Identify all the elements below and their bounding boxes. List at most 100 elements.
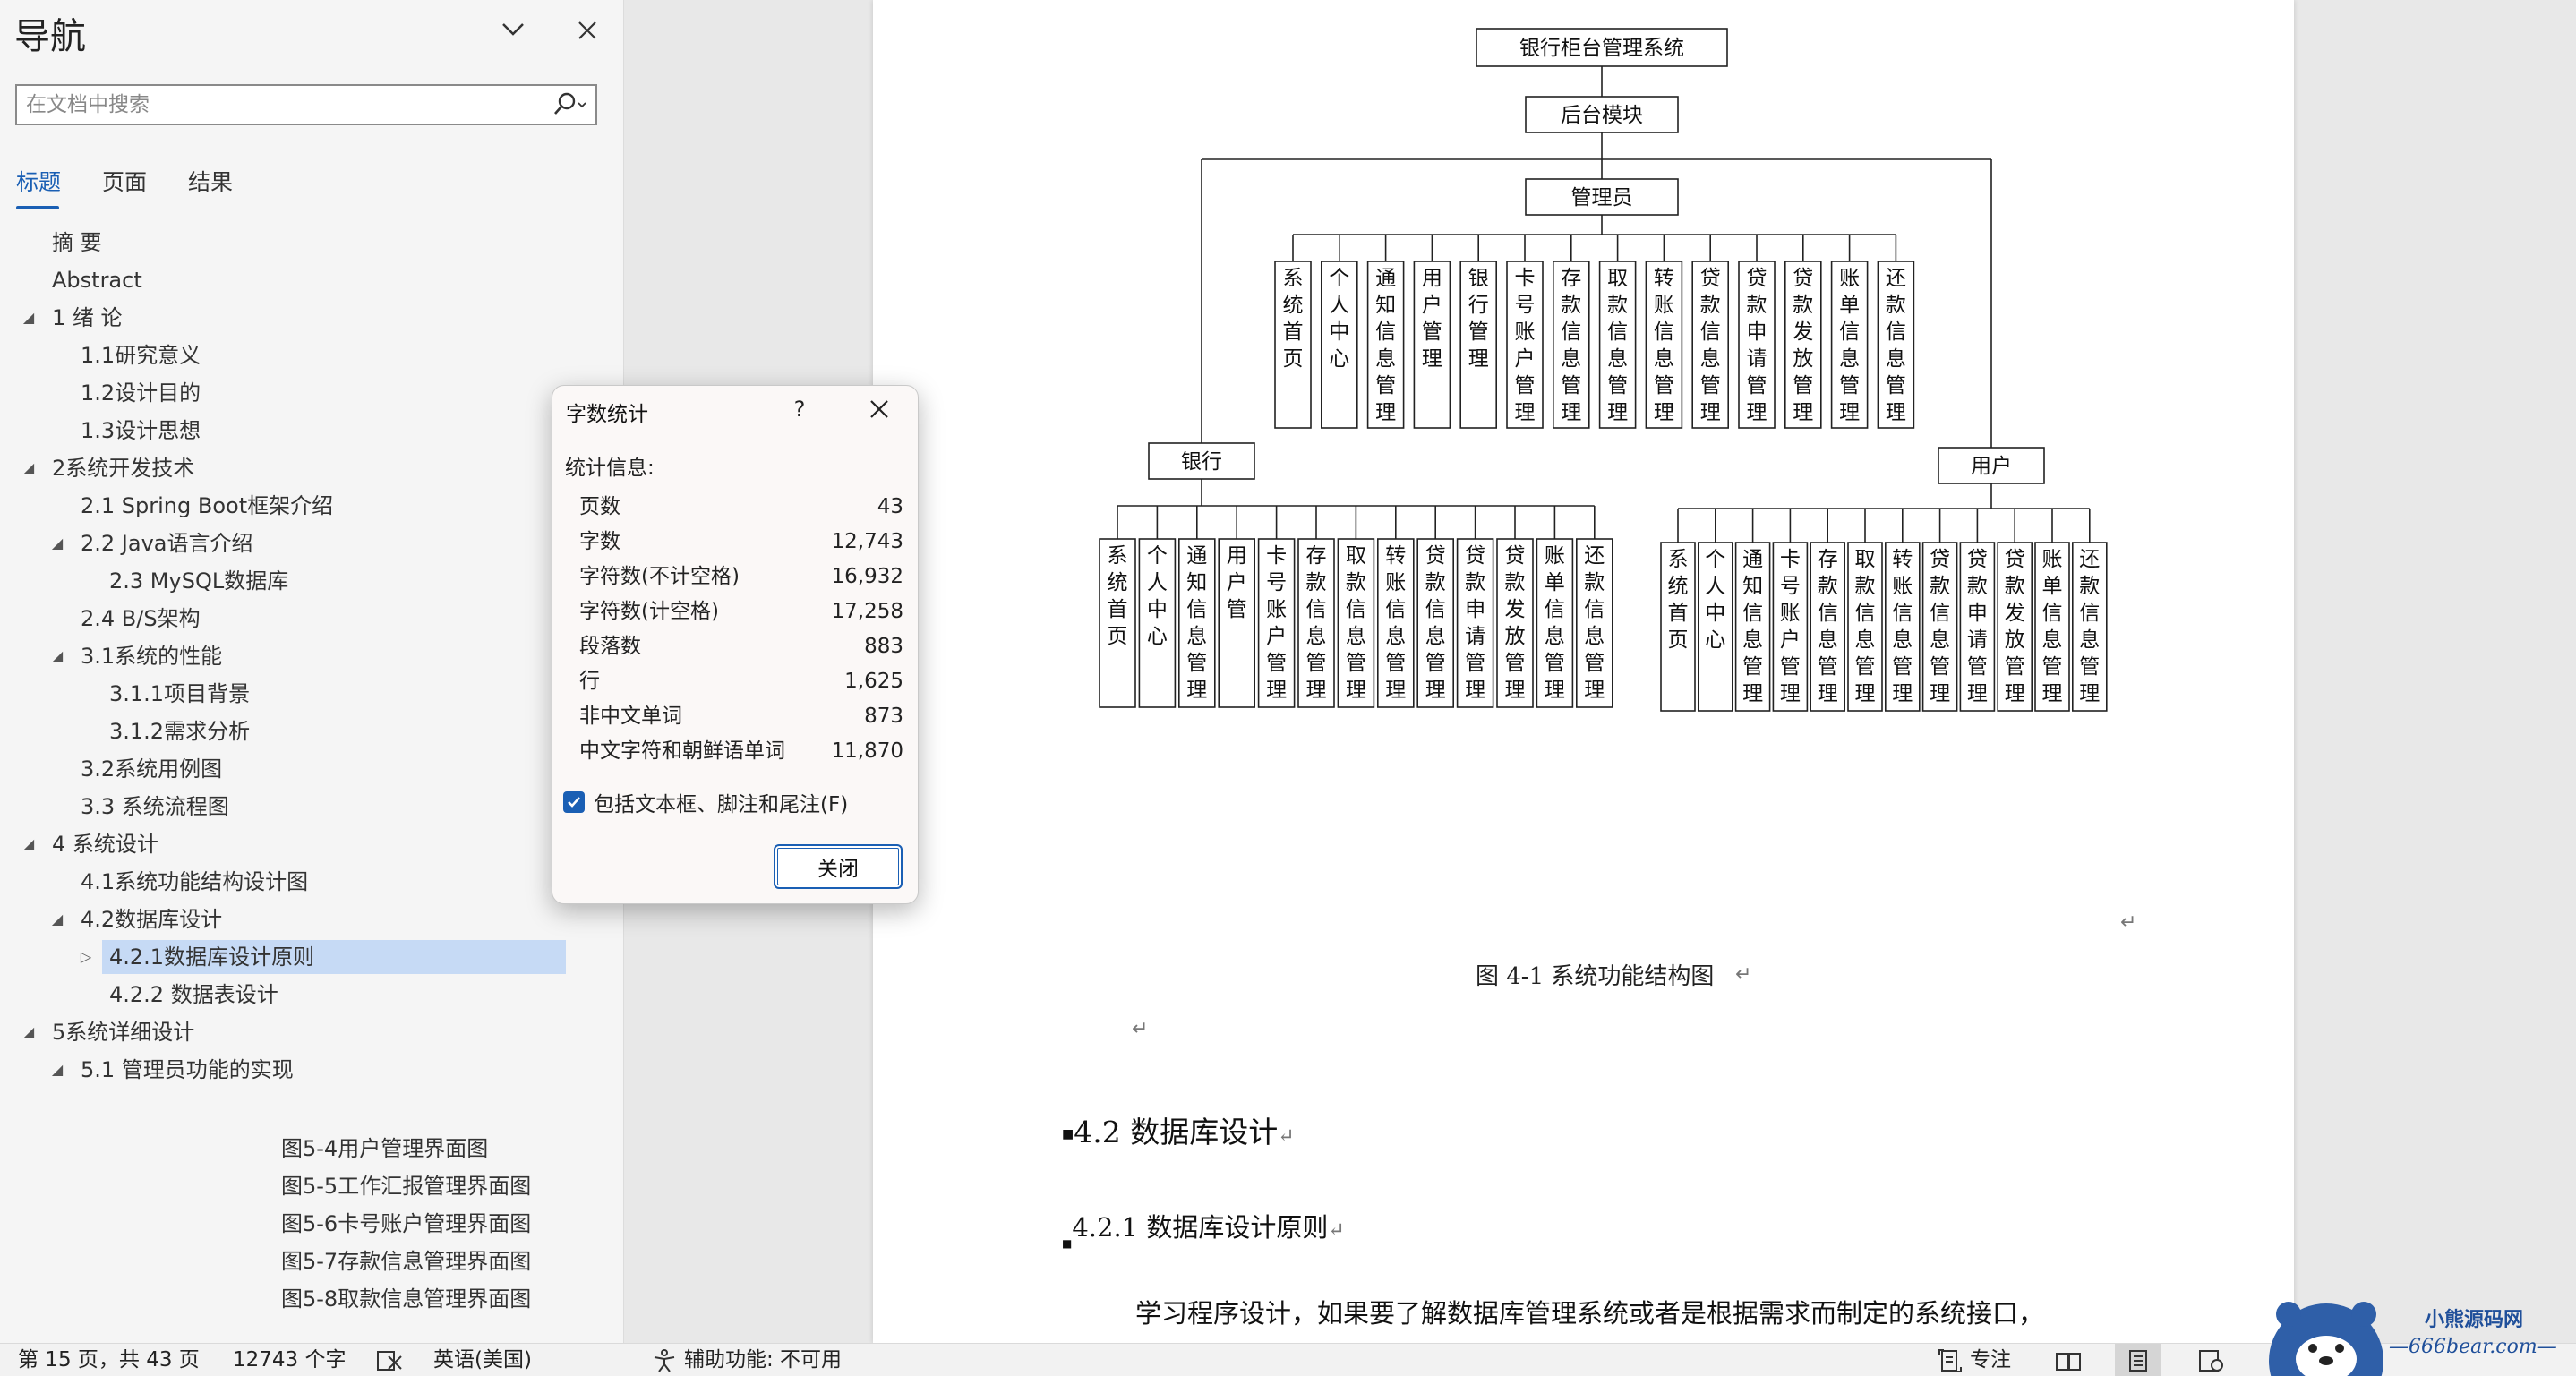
nav-heading-item[interactable]: 2.1 Spring Boot框架介绍 (0, 489, 624, 523)
collapse-arrow-icon[interactable]: ◢ (20, 451, 38, 485)
nav-heading-item[interactable]: ◢ 5系统详细设计 (0, 1015, 624, 1049)
svg-text:理: 理 (2079, 682, 2100, 705)
collapse-arrow-icon[interactable]: ◢ (48, 902, 66, 936)
collapse-arrow-icon[interactable]: ◢ (48, 526, 66, 560)
nav-heading-item[interactable]: ◢ 3.1系统的性能 (0, 639, 624, 673)
nav-tabs: 标题 页面 结果 (16, 161, 274, 209)
nav-heading-item[interactable]: ◢ 1 绪 论 (0, 301, 624, 335)
nav-figure-item[interactable]: 图5-8取款信息管理界面图 (281, 1280, 531, 1318)
svg-text:信: 信 (1607, 320, 1628, 344)
nav-heading-item[interactable]: 2.3 MySQL数据库 (0, 564, 624, 598)
collapse-arrow-icon[interactable]: ◢ (48, 1053, 66, 1087)
svg-text:转: 转 (1654, 267, 1674, 290)
read-mode-icon[interactable] (2045, 1344, 2092, 1376)
diagram-function-box: 个人中心 (1697, 542, 1733, 712)
collapse-arrow-icon[interactable]: ◢ (20, 1015, 38, 1049)
stats-value: 883 (864, 635, 903, 658)
diagram-function-box: 还款信息管理 (1877, 261, 1915, 429)
nav-figure-item[interactable]: 图5-6卡号账户管理界面图 (281, 1205, 531, 1243)
svg-text:贷: 贷 (1505, 544, 1526, 568)
nav-heading-item[interactable]: ▷ 4.2.1数据库设计原则 (0, 940, 624, 974)
nav-heading-item[interactable]: ◢ 5.1 管理员功能的实现 (0, 1053, 624, 1087)
svg-text:管: 管 (1654, 374, 1674, 397)
nav-heading-item[interactable]: 2.4 B/S架构 (0, 602, 624, 636)
svg-text:单: 单 (1839, 294, 1860, 317)
stats-row: 中文字符和朝鲜语单词 11,870 (579, 734, 903, 769)
nav-heading-item[interactable]: ◢ 4.2数据库设计 (0, 902, 624, 936)
svg-text:理: 理 (1700, 401, 1721, 424)
nav-figure-item[interactable]: 图5-5工作汇报管理界面图 (281, 1167, 531, 1205)
svg-text:理: 理 (1515, 401, 1536, 424)
accessibility-status[interactable]: 辅助功能: 不可用 (652, 1344, 842, 1376)
nav-heading-item[interactable]: 3.2系统用例图 (0, 752, 624, 786)
dialog-close-button[interactable] (857, 391, 902, 427)
svg-text:卡: 卡 (1266, 544, 1287, 568)
svg-text:款: 款 (1425, 571, 1446, 594)
svg-text:理: 理 (1505, 679, 1526, 702)
nav-tab[interactable]: 页面 (102, 161, 147, 209)
nav-figure-item[interactable]: 图5-4用户管理界面图 (281, 1130, 531, 1167)
focus-mode-button[interactable]: 专注 (1938, 1344, 2011, 1376)
nav-heading-item[interactable]: 1.3设计思想 (0, 414, 624, 448)
web-layout-icon[interactable] (2188, 1344, 2235, 1376)
svg-text:取: 取 (1607, 267, 1628, 290)
svg-text:管: 管 (1742, 655, 1763, 679)
svg-text:信: 信 (1700, 320, 1721, 344)
svg-text:管理员: 管理员 (1571, 186, 1633, 209)
collapse-arrow-icon[interactable]: ◢ (20, 301, 38, 335)
nav-tab[interactable]: 标题 (16, 161, 61, 209)
nav-heading-item[interactable]: ◢ 4 系统设计 (0, 827, 624, 861)
svg-text:贷: 贷 (1793, 267, 1813, 290)
nav-heading-item[interactable]: 4.2.2 数据表设计 (0, 978, 624, 1012)
nav-heading-item[interactable]: 摘 要 (0, 226, 624, 260)
expand-arrow-icon[interactable]: ▷ (77, 940, 95, 974)
svg-text:息: 息 (1607, 347, 1628, 371)
help-button[interactable]: ? (782, 391, 817, 427)
svg-text:银行: 银行 (1181, 450, 1222, 474)
diagram-function-box: 贷款发放管理 (1997, 542, 2033, 712)
nav-heading-item[interactable]: 3.1.2需求分析 (0, 714, 624, 748)
nav-heading-item[interactable]: ◢ 2.2 Java语言介绍 (0, 526, 624, 560)
svg-text:中: 中 (1705, 602, 1725, 625)
close-button[interactable]: 关闭 (774, 844, 903, 889)
focus-icon (1938, 1348, 1962, 1372)
nav-heading-item[interactable]: 3.1.1项目背景 (0, 677, 624, 711)
nav-figure-item[interactable]: 图5-7存款信息管理界面图 (281, 1243, 531, 1280)
chevron-down-icon[interactable] (495, 16, 531, 43)
svg-text:账: 账 (1892, 575, 1913, 598)
diagram-function-box: 用户管 (1218, 538, 1255, 708)
search-icon[interactable] (545, 86, 595, 124)
collapse-arrow-icon[interactable]: ◢ (48, 639, 66, 673)
svg-text:用: 用 (1422, 267, 1442, 290)
proofing-icon[interactable] (376, 1344, 403, 1376)
search-input[interactable] (17, 86, 545, 124)
svg-text:息: 息 (1346, 625, 1366, 648)
svg-text:理: 理 (1892, 682, 1913, 705)
language-indicator[interactable]: 英语(美国) (433, 1344, 532, 1376)
nav-heading-label: 1 绪 论 (52, 305, 123, 330)
diagram-function-box: 贷款信息管理 (1921, 542, 1958, 712)
svg-text:统: 统 (1668, 575, 1689, 598)
stats-row: 页数 43 (579, 490, 903, 525)
nav-tab[interactable]: 结果 (188, 161, 233, 209)
stats-row: 非中文单词 873 (579, 699, 903, 734)
include-textboxes-checkbox[interactable]: 包括文本框、脚注和尾注(F) (563, 787, 848, 817)
nav-heading-item[interactable]: 1.2设计目的 (0, 376, 624, 410)
nav-heading-item[interactable]: 3.3 系统流程图 (0, 790, 624, 824)
nav-heading-item[interactable]: 1.1研究意义 (0, 338, 624, 372)
nav-heading-label: 4.1系统功能结构设计图 (81, 869, 309, 894)
print-layout-icon[interactable] (2115, 1344, 2161, 1376)
word-count[interactable]: 12743 个字 (233, 1344, 346, 1376)
nav-heading-item[interactable]: 4.1系统功能结构设计图 (0, 865, 624, 899)
close-icon[interactable] (569, 13, 605, 48)
svg-text:心: 心 (1147, 625, 1168, 648)
svg-text:理: 理 (1839, 401, 1860, 424)
svg-text:还: 还 (2079, 548, 2100, 571)
nav-heading-item[interactable]: ◢ 2系统开发技术 (0, 451, 624, 485)
svg-text:取: 取 (1855, 548, 1876, 571)
collapse-arrow-icon[interactable]: ◢ (20, 827, 38, 861)
svg-text:款: 款 (1306, 571, 1327, 594)
page-count[interactable]: 第 15 页，共 43 页 (18, 1344, 200, 1376)
svg-text:贷: 贷 (1465, 544, 1485, 568)
nav-heading-item[interactable]: Abstract (0, 263, 624, 297)
